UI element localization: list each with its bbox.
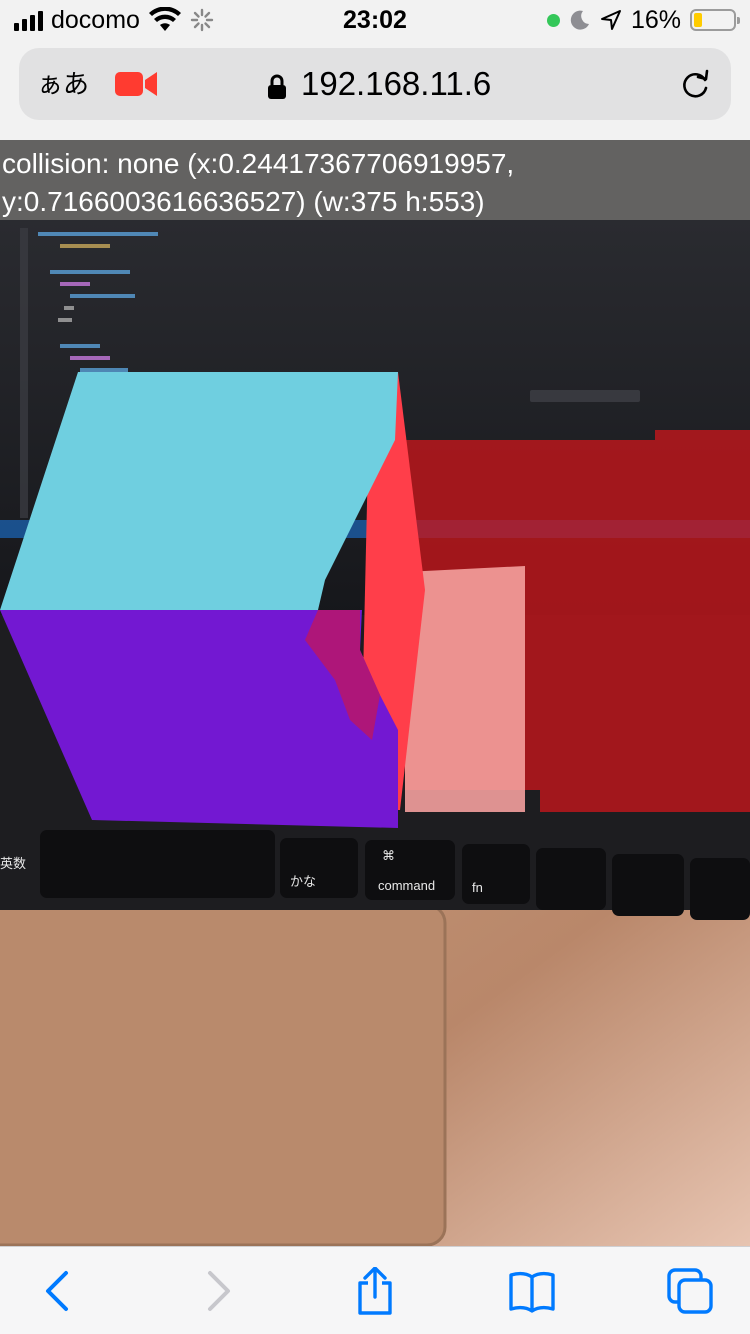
status-bar: docomo 23:02 16%	[0, 0, 750, 40]
reload-icon[interactable]	[677, 66, 713, 102]
forward-icon[interactable]	[194, 1267, 242, 1315]
location-arrow-icon	[600, 10, 621, 30]
text-size-button[interactable]: ぁあ	[37, 68, 89, 100]
back-icon[interactable]	[34, 1267, 82, 1315]
collision-line-1: collision: none (x:0.24417367706919957,	[2, 148, 515, 179]
share-icon[interactable]	[351, 1267, 399, 1315]
url-host[interactable]: 192.168.11.6	[301, 65, 491, 103]
key-label-cmd-symbol: ⌘	[382, 848, 395, 863]
collision-readout: collision: none (x:0.24417367706919957, …	[0, 140, 750, 220]
address-bar-container: ぁあ 192.168.11.6	[0, 40, 750, 140]
status-right: 16%	[546, 6, 740, 34]
safari-toolbar	[0, 1246, 750, 1334]
moon-icon	[570, 10, 589, 30]
ar-camera-view[interactable]: 英数 かな ⌘ command fn collision: none (x:0.…	[0, 140, 750, 1246]
tabs-icon[interactable]	[666, 1267, 714, 1315]
battery-fill	[694, 13, 702, 27]
video-camera-icon[interactable]	[115, 68, 159, 100]
lock-icon	[268, 74, 286, 99]
collision-line-2: y:0.7166003616636527) (w:375 h:553)	[2, 186, 485, 217]
key-label-kana: かな	[290, 874, 316, 889]
key-label-command: command	[378, 878, 435, 893]
key-label-fn: fn	[472, 880, 483, 895]
battery-icon	[690, 9, 740, 31]
battery-percent: 16%	[630, 6, 681, 34]
trackpad	[0, 903, 447, 1246]
key-label-eisu: 英数	[0, 856, 26, 871]
camera-in-use-dot	[546, 13, 560, 27]
address-bar[interactable]: ぁあ 192.168.11.6	[19, 48, 731, 120]
ar-scene[interactable]: 英数 かな ⌘ command fn	[0, 140, 750, 1246]
bookmarks-icon[interactable]	[508, 1267, 556, 1315]
